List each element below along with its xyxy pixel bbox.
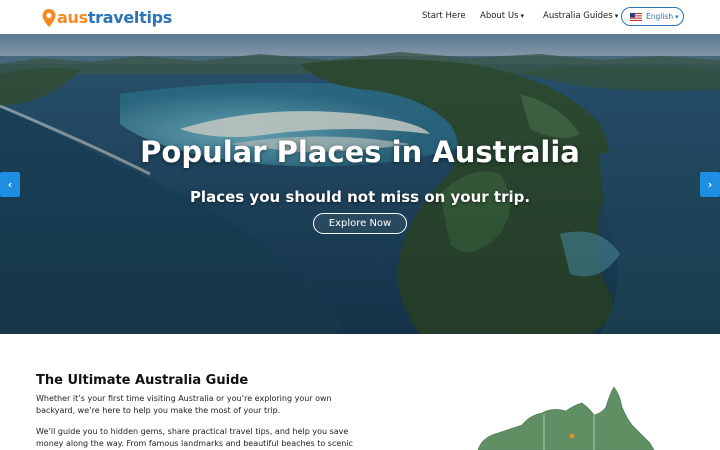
logo-text: austraveltips bbox=[57, 9, 172, 27]
chevron-down-icon: ▾ bbox=[675, 12, 679, 21]
hero-title: Popular Places in Australia bbox=[140, 135, 580, 169]
us-flag-icon bbox=[630, 12, 642, 21]
site-header: austraveltips Start Here About Us ▾ Austr… bbox=[0, 0, 720, 34]
nav-about-us[interactable]: About Us ▾ bbox=[480, 11, 524, 21]
chevron-down-icon: ▾ bbox=[520, 12, 524, 20]
site-logo[interactable]: austraveltips bbox=[42, 8, 172, 28]
explore-now-button[interactable]: Explore Now bbox=[313, 213, 407, 234]
logo-text-traveltips: traveltips bbox=[87, 8, 173, 27]
australia-map bbox=[477, 386, 655, 450]
chevron-down-icon: ▾ bbox=[614, 12, 619, 20]
intro-paragraph-2: We’ll guide you to hidden gems, share pr… bbox=[36, 427, 353, 448]
intro-paragraph-1: Whether it’s your first time visiting Au… bbox=[36, 394, 332, 415]
nav-about-us-label: About Us bbox=[480, 11, 519, 21]
language-selector[interactable]: English ▾ bbox=[621, 7, 684, 26]
hero-image bbox=[0, 34, 720, 334]
nav-start-here-label: Start Here bbox=[422, 11, 466, 21]
carousel-next-button[interactable]: › bbox=[700, 172, 720, 197]
location-pin-icon bbox=[42, 9, 56, 27]
language-label: English bbox=[646, 12, 674, 21]
intro-title: The Ultimate Australia Guide bbox=[36, 373, 249, 388]
hero-subtitle: Places you should not miss on your trip. bbox=[189, 188, 531, 206]
logo-text-aus: aus bbox=[57, 8, 88, 27]
chevron-left-icon: ‹ bbox=[7, 178, 13, 191]
hero-carousel: Popular Places in Australia Places you s… bbox=[0, 34, 720, 334]
nav-australia-guides-label: Australia Guides bbox=[543, 11, 613, 21]
map-marker[interactable] bbox=[569, 433, 575, 439]
nav-start-here[interactable]: Start Here bbox=[422, 11, 466, 21]
carousel-prev-button[interactable]: ‹ bbox=[0, 172, 20, 197]
nav-australia-guides[interactable]: Australia Guides ▾ bbox=[543, 11, 618, 21]
chevron-right-icon: › bbox=[707, 178, 713, 191]
